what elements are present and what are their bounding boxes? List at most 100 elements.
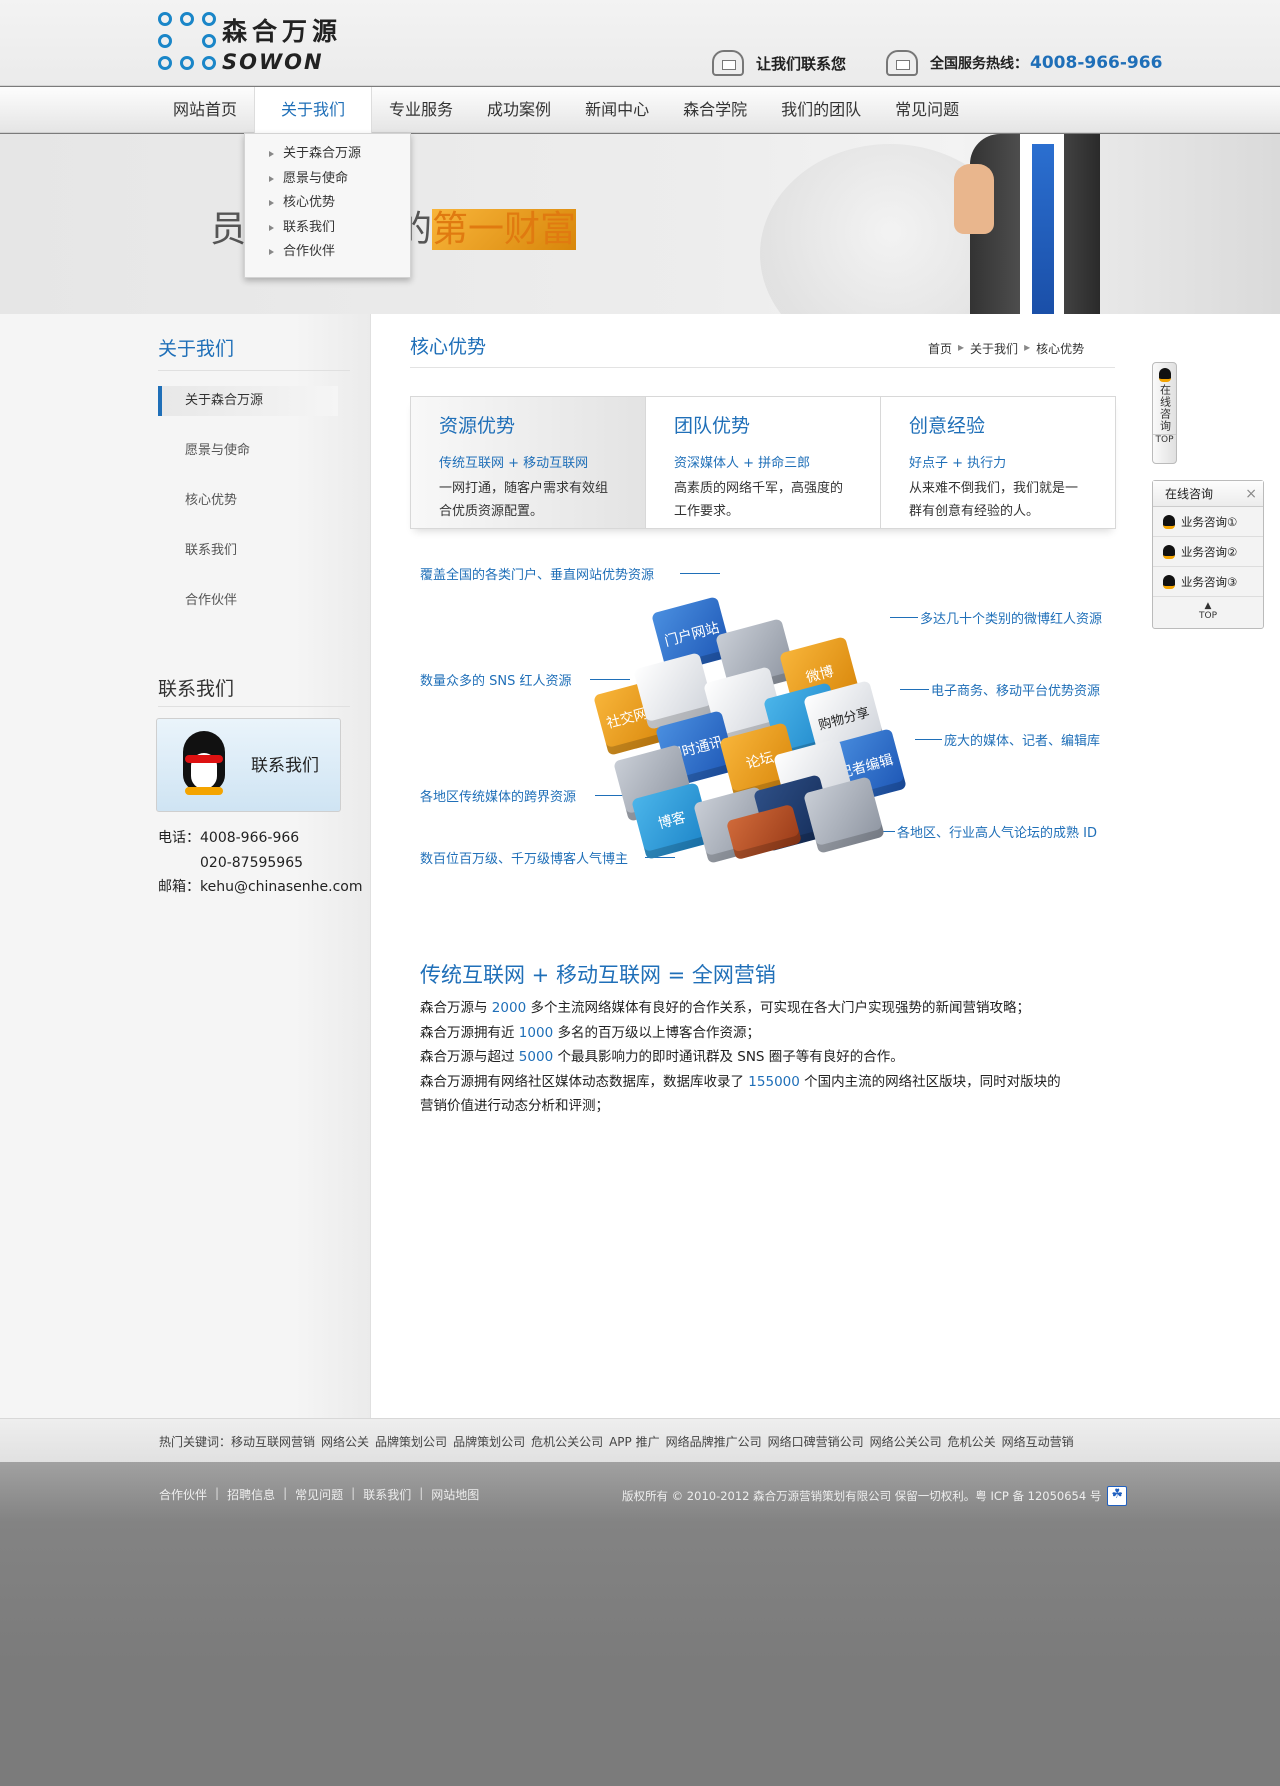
breadcrumb-home[interactable]: 首页	[928, 340, 952, 357]
cube-label-portal: 覆盖全国的各类门户、垂直网站优势资源	[420, 568, 655, 583]
advantage-team: 团队优势 资深媒体人 + 拼命三郎 高素质的网络千军，高强度的工作要求。	[646, 397, 881, 528]
cube-label-forums: 各地区、行业高人气论坛的成熟 ID	[897, 826, 1097, 841]
advantage-description: 高素质的网络千军，高强度的工作要求。	[674, 481, 844, 519]
breadcrumb: 首页 ▸ 关于我们 ▸ 核心优势	[928, 340, 1084, 357]
promo-line: 森合万源拥有近 1000 多名的百万级以上博客合作资源；	[420, 1024, 760, 1041]
advantage-subtitle: 传统互联网 + 移动互联网	[439, 456, 589, 471]
contact-phone: 电话：4008-966-966	[158, 830, 300, 846]
consult-item-3[interactable]: 业务咨询③	[1153, 567, 1263, 597]
breadcrumb-about[interactable]: 关于我们	[970, 340, 1018, 357]
back-to-top-button[interactable]: TOP	[1153, 434, 1176, 445]
qq-icon	[1158, 368, 1171, 382]
close-icon[interactable]: ×	[1245, 481, 1257, 507]
dropdown-item-contact[interactable]: 联系我们	[245, 216, 410, 241]
floating-consult-label: 在线咨询	[1158, 384, 1172, 432]
dropdown-item-partners[interactable]: 合作伙伴	[245, 240, 410, 265]
phone-icon	[712, 50, 744, 76]
cube-label-media: 庞大的媒体、记者、编辑库	[944, 734, 1101, 749]
hotline-label: 全国服务热线：	[930, 56, 1028, 72]
panel-back-to-top[interactable]: ▲ TOP	[1153, 597, 1263, 623]
nav-item-about[interactable]: 关于我们	[254, 87, 373, 133]
sidebar-item-advantages[interactable]: 核心优势	[158, 486, 338, 516]
sidebar-item-vision[interactable]: 愿景与使命	[158, 436, 338, 466]
keyword-link[interactable]: APP 推广	[609, 1433, 660, 1450]
nav-item-faq[interactable]: 常见问题	[878, 87, 976, 133]
promo-line: 森合万源与超过 5000 个最具影响力的即时通讯群及 SNS 圈子等有良好的合作…	[420, 1049, 904, 1065]
keyword-link[interactable]: 网络口碑营销公司	[768, 1433, 864, 1450]
logo-en: SOWON	[222, 50, 324, 74]
sidebar: 关于我们 关于森合万源 愿景与使命 核心优势 联系我们 合作伙伴 联系我们 联系…	[0, 314, 371, 1418]
copyright-text: 版权所有 © 2010-2012 森合万源营销策划有限公司 保留一切权利。粤 I…	[622, 1489, 1102, 1503]
nav-item-team[interactable]: 我们的团队	[764, 87, 878, 133]
nav-item-cases[interactable]: 成功案例	[470, 87, 568, 133]
contact-info: 电话：4008-966-966 020-87595965 邮箱：kehu@chi…	[158, 826, 363, 900]
keyword-link[interactable]: 移动互联网营销	[231, 1433, 315, 1450]
cube-label-ecommerce: 电子商务、移动平台优势资源	[931, 684, 1101, 699]
advantage-description: 从来难不倒我们，我们就是一群有创意有经验的人。	[909, 481, 1079, 519]
rubiks-cube-graphic: 门户网站 微博 社交网站 购物分享 即时通讯 论坛 记者编辑 博客	[593, 594, 910, 864]
nav-item-home[interactable]: 网站首页	[156, 87, 254, 133]
advantage-title: 资源优势	[439, 415, 516, 437]
sidebar-title: 关于我们	[158, 338, 235, 360]
floating-consult-bar[interactable]: 在线咨询 TOP	[1152, 362, 1177, 464]
footer-link-faq[interactable]: 常见问题	[295, 1486, 343, 1503]
hotline: 全国服务热线： 4008-966-966	[886, 50, 1162, 76]
consult-panel-title: 在线咨询	[1165, 487, 1214, 501]
keyword-link[interactable]: 危机公关	[948, 1433, 996, 1450]
baidu-paw-icon[interactable]	[1107, 1486, 1128, 1506]
site-footer: 合作伙伴 | 招聘信息 | 常见问题 | 联系我们 | 网站地图 版权所有 © 2010…	[0, 1462, 1280, 1786]
sidebar-item-about-company[interactable]: 关于森合万源	[158, 386, 338, 416]
logo[interactable]: 森合万源 SOWON	[158, 12, 342, 74]
promo-title: 传统互联网 + 移动互联网 = 全网营销	[420, 963, 776, 987]
content-area: 关于我们 关于森合万源 愿景与使命 核心优势 联系我们 合作伙伴 联系我们 联系…	[0, 314, 1280, 1418]
advantages-panel: 资源优势 传统互联网 + 移动互联网 一网打通，随客户需求有效组合优质资源配置。…	[410, 396, 1116, 529]
nav-item-news[interactable]: 新闻中心	[568, 87, 666, 133]
qq-contact-button[interactable]: 联系我们	[156, 718, 341, 812]
cube-label-weibo: 多达几十个类别的微博红人资源	[920, 612, 1103, 627]
sidebar-item-contact[interactable]: 联系我们	[158, 536, 338, 566]
dropdown-item-about-company[interactable]: 关于森合万源	[245, 142, 410, 167]
cube-label-sns: 数量众多的 SNS 红人资源	[420, 674, 572, 689]
advantage-subtitle: 资深媒体人 + 拼命三郎	[674, 456, 811, 471]
promo-text: 森合万源与 2000 多个主流网络媒体有良好的合作关系，可实现在各大门户实现强势…	[420, 996, 1070, 1119]
logo-mark-icon	[158, 12, 216, 74]
contact-us-link[interactable]: 让我们联系您	[712, 50, 846, 76]
cube-label-blogs: 数百位百万级、千万级博客人气博主	[420, 852, 629, 867]
telephone-icon	[886, 50, 918, 76]
site-header: 森合万源 SOWON 让我们联系您 全国服务热线： 4008-966-966	[0, 0, 1280, 86]
qq-penguin-icon	[179, 731, 229, 795]
advantage-description: 一网打通，随客户需求有效组合优质资源配置。	[439, 481, 609, 519]
about-dropdown-menu: 关于森合万源 愿景与使命 核心优势 联系我们 合作伙伴	[244, 133, 411, 278]
contact-link-label: 让我们联系您	[756, 54, 847, 73]
contact-email: 邮箱：kehu@chinasenhe.com	[158, 879, 363, 895]
keyword-link[interactable]: 网络公关公司	[870, 1433, 942, 1450]
promo-line: 森合万源与 2000 多个主流网络媒体有良好的合作关系，可实现在各大门户实现强势…	[420, 1000, 1030, 1016]
footer-link-contact[interactable]: 联系我们	[363, 1486, 411, 1503]
businessman-image	[940, 134, 1100, 314]
sidebar-item-partners[interactable]: 合作伙伴	[158, 586, 338, 616]
qq-icon	[1163, 544, 1175, 559]
footer-link-sitemap[interactable]: 网站地图	[431, 1486, 479, 1503]
keyword-link[interactable]: 网络品牌推广公司	[666, 1433, 762, 1450]
hot-keywords-bar: 热门关键词： 移动互联网营销 网络公关 品牌策划公司 品牌策划公司 危机公关公司…	[0, 1418, 1280, 1462]
footer-link-jobs[interactable]: 招聘信息	[227, 1486, 275, 1503]
sidebar-contact-title: 联系我们	[158, 678, 235, 700]
consult-item-1[interactable]: 业务咨询①	[1153, 507, 1263, 537]
footer-link-partners[interactable]: 合作伙伴	[159, 1486, 207, 1503]
keyword-link[interactable]: 网络互动营销	[1002, 1433, 1074, 1450]
nav-item-services[interactable]: 专业服务	[372, 87, 470, 133]
online-consult-panel: 在线咨询 × 业务咨询① 业务咨询② 业务咨询③ ▲ TOP	[1152, 480, 1264, 629]
consult-item-2[interactable]: 业务咨询②	[1153, 537, 1263, 567]
keyword-link[interactable]: 危机公关公司	[531, 1433, 603, 1450]
dropdown-item-advantages[interactable]: 核心优势	[245, 191, 410, 216]
page-title: 核心优势	[410, 336, 487, 358]
qq-icon	[1163, 574, 1175, 589]
keyword-link[interactable]: 品牌策划公司	[453, 1433, 525, 1450]
dropdown-item-vision[interactable]: 愿景与使命	[245, 167, 410, 192]
advantage-resources: 资源优势 传统互联网 + 移动互联网 一网打通，随客户需求有效组合优质资源配置。	[411, 397, 646, 528]
keyword-link[interactable]: 网络公关	[321, 1433, 369, 1450]
keyword-link[interactable]: 品牌策划公司	[375, 1433, 447, 1450]
qq-contact-label: 联系我们	[251, 756, 319, 776]
main-nav: 网站首页 关于我们 专业服务 成功案例 新闻中心 森合学院 我们的团队 常见问题	[0, 87, 1280, 133]
nav-item-academy[interactable]: 森合学院	[666, 87, 764, 133]
